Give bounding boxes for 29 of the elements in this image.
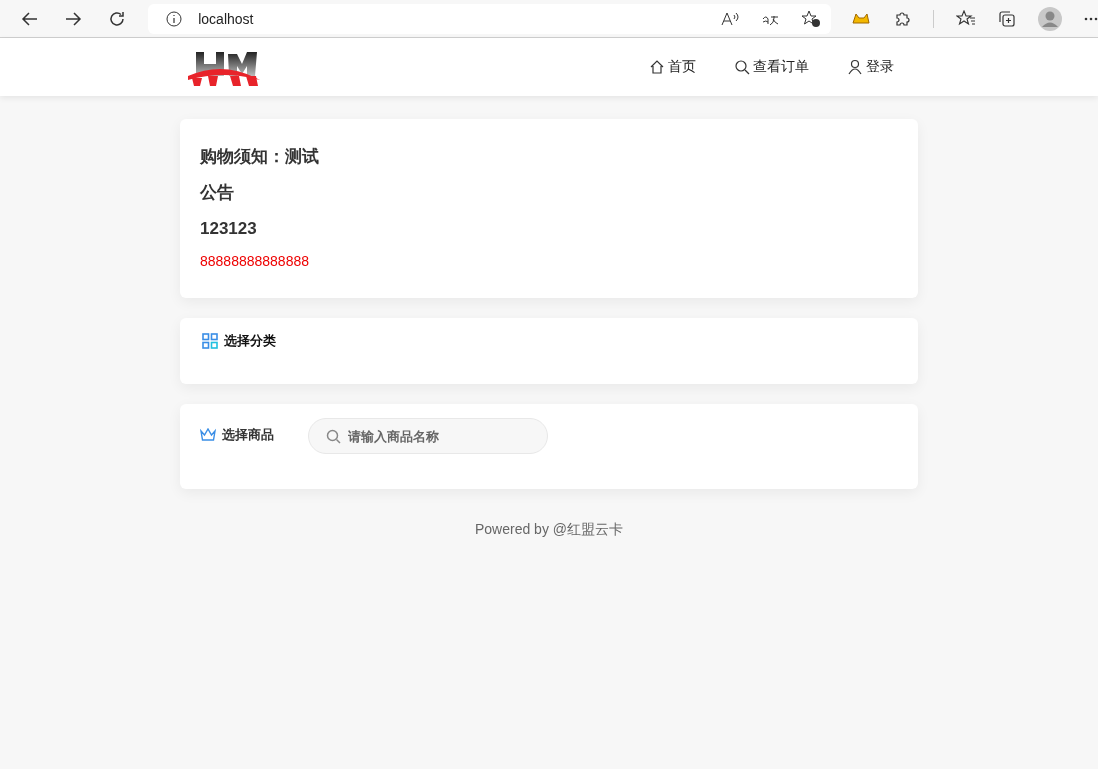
back-icon[interactable]	[20, 9, 39, 28]
reload-icon[interactable]	[107, 9, 126, 28]
star-add-icon[interactable]	[801, 9, 821, 28]
favorites-icon[interactable]	[956, 9, 976, 28]
collections-icon[interactable]	[998, 9, 1016, 28]
nav-link[interactable]: 首页	[649, 58, 696, 76]
avatar-icon[interactable]	[1038, 6, 1062, 31]
user-icon	[847, 59, 863, 75]
crown-icon	[200, 428, 216, 442]
search-field[interactable]: 请输入商品名称	[308, 418, 548, 454]
footer-text: Powered by @红盟云卡	[473, 521, 624, 539]
notice-heading: 公告	[200, 183, 235, 203]
home-icon	[649, 59, 665, 75]
nav-link[interactable]: 查看订单	[734, 58, 809, 76]
forward-icon[interactable]	[64, 9, 83, 28]
nav-link[interactable]: 登录	[847, 58, 894, 76]
puzzle-icon[interactable]	[893, 9, 911, 28]
notice-number: 123123	[200, 219, 258, 239]
address-text: localhost	[198, 10, 255, 27]
notice-title: 购物须知：测试	[200, 147, 320, 167]
address-bar[interactable]: localhost	[148, 3, 831, 34]
grid-icon	[202, 333, 218, 349]
notice-text: 88888888888888	[200, 252, 310, 270]
info-icon	[166, 10, 183, 27]
read-aloud-icon[interactable]	[721, 10, 739, 27]
more-icon[interactable]	[1084, 16, 1098, 21]
search-icon	[734, 59, 750, 75]
section-title: 选择分类	[224, 332, 276, 350]
section-title: 选择商品	[222, 426, 274, 444]
